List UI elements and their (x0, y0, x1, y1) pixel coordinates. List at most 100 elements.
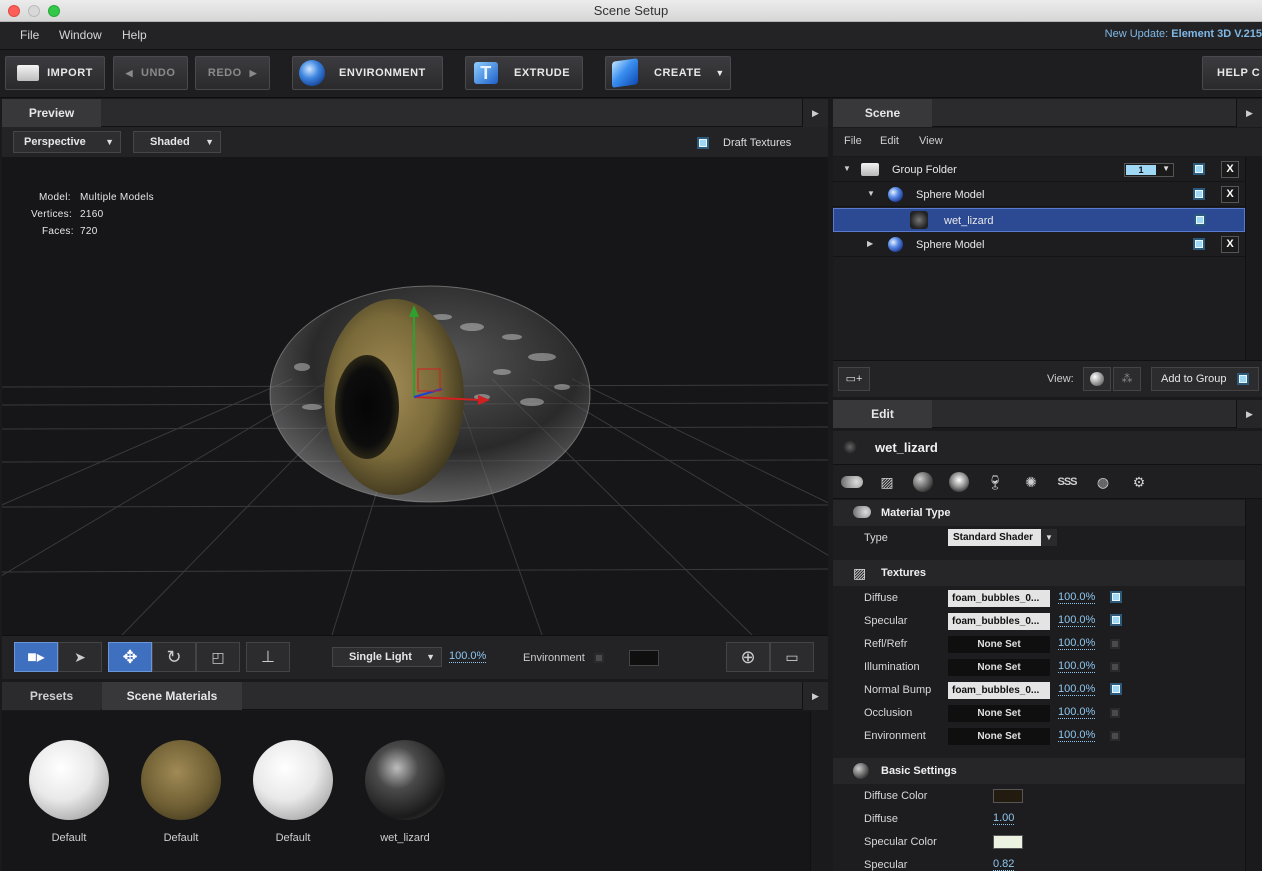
panel-menu-arrow-icon[interactable]: ▶ (802, 99, 828, 127)
view-nodes-button[interactable]: ⁂ (1113, 367, 1141, 391)
material-type-icon[interactable] (841, 471, 863, 493)
menu-help[interactable]: Help (122, 28, 147, 42)
tab-scene[interactable]: Scene (833, 99, 932, 127)
texture-slot[interactable]: foam_bubbles_0... (948, 590, 1050, 607)
screen-button[interactable]: ▭ (770, 642, 814, 672)
texture-slot[interactable]: foam_bubbles_0... (948, 682, 1050, 699)
glass-icon[interactable]: 🍷︎ (984, 471, 1006, 493)
reflection-icon[interactable] (948, 471, 970, 493)
texture-slot[interactable]: None Set (948, 659, 1050, 676)
undo-button[interactable]: ◀ UNDO (113, 56, 188, 90)
specular-value[interactable]: 0.82 (993, 858, 1015, 871)
visibility-checkbox[interactable] (1194, 214, 1206, 226)
texture-enabled-checkbox[interactable] (1110, 683, 1122, 695)
environment-button[interactable]: ENVIRONMENT (292, 56, 443, 90)
texture-strength[interactable]: 100.0% (1058, 706, 1096, 719)
scene-menu-edit[interactable]: Edit (880, 135, 899, 147)
texture-slot[interactable]: None Set (948, 705, 1050, 722)
texture-slot[interactable]: None Set (948, 728, 1050, 745)
menu-file[interactable]: File (20, 28, 39, 42)
tree-row-sphere-model[interactable]: ▼ Sphere Model X (833, 183, 1245, 207)
chevron-down-icon[interactable]: ▼ (867, 189, 875, 198)
visibility-checkbox[interactable] (1193, 188, 1205, 200)
add-to-group-checkbox[interactable] (1237, 373, 1249, 385)
tree-row-group-folder[interactable]: ▼ Group Folder 1 ▼ X (833, 158, 1245, 182)
draft-textures-checkbox[interactable] (697, 137, 709, 149)
axis-tool-button[interactable]: ⊥ (246, 642, 290, 672)
camera-tool-button[interactable]: ■▸ (14, 642, 58, 672)
scene-menu-view[interactable]: View (919, 135, 943, 147)
basic-settings-section[interactable]: Basic Settings (833, 758, 1245, 784)
texture-strength[interactable]: 100.0% (1058, 729, 1096, 742)
minimize-window-button[interactable] (28, 5, 40, 17)
texture-strength[interactable]: 100.0% (1058, 614, 1096, 627)
material-ball[interactable] (365, 740, 445, 820)
delete-button[interactable]: X (1221, 236, 1239, 253)
material-ball[interactable] (141, 740, 221, 820)
tab-presets[interactable]: Presets (2, 682, 101, 710)
material-ball[interactable] (253, 740, 333, 820)
panel-menu-arrow-icon[interactable]: ▶ (1236, 99, 1262, 127)
scene-menu-file[interactable]: File (844, 135, 862, 147)
material-type-dropdown[interactable]: Standard Shader ▼ (948, 529, 1057, 546)
add-folder-button[interactable]: ▭+ (838, 367, 870, 391)
redo-button[interactable]: REDO ▶ (195, 56, 270, 90)
shading-mode-dropdown[interactable]: Shaded ▼ (133, 131, 221, 153)
material-type-section[interactable]: Material Type (833, 500, 1245, 526)
add-to-group-button[interactable]: Add to Group (1151, 367, 1259, 391)
presets-scrollbar[interactable] (810, 711, 828, 871)
texture-slot[interactable]: None Set (948, 636, 1050, 653)
extrude-button[interactable]: T EXTRUDE (465, 56, 583, 90)
textures-icon[interactable]: ▨ (876, 471, 898, 493)
tree-row-sphere-model[interactable]: ▶ Sphere Model X (833, 233, 1245, 257)
delete-button[interactable]: X (1221, 161, 1239, 178)
texture-strength[interactable]: 100.0% (1058, 660, 1096, 673)
3d-viewport[interactable]: Model: Multiple Models Vertices: 2160 Fa… (2, 157, 828, 635)
group-index-field[interactable]: 1 ▼ (1124, 163, 1174, 177)
texture-slot[interactable]: foam_bubbles_0... (948, 613, 1050, 630)
view-sphere-button[interactable] (1083, 367, 1111, 391)
panel-menu-arrow-icon[interactable]: ▶ (1236, 400, 1262, 428)
texture-enabled-checkbox[interactable] (1110, 591, 1122, 603)
light-mode-dropdown[interactable]: Single Light ▼ (332, 647, 442, 667)
create-button[interactable]: CREATE ▼ (605, 56, 731, 90)
diffuse-color-swatch[interactable] (993, 789, 1023, 803)
texture-enabled-checkbox[interactable] (1110, 639, 1120, 649)
select-tool-button[interactable]: ➤ (58, 642, 102, 672)
gear-icon[interactable]: ⚙ (1128, 471, 1150, 493)
textures-section[interactable]: ▨ Textures (833, 560, 1245, 586)
scale-tool-button[interactable]: ◰ (196, 642, 240, 672)
import-button[interactable]: IMPORT (5, 56, 105, 90)
menu-window[interactable]: Window (59, 28, 102, 42)
tree-row-wet-lizard[interactable]: wet_lizard (833, 208, 1245, 232)
visibility-checkbox[interactable] (1193, 163, 1205, 175)
delete-button[interactable]: X (1221, 186, 1239, 203)
camera-mode-dropdown[interactable]: Perspective ▼ (13, 131, 121, 153)
tab-edit[interactable]: Edit (833, 400, 932, 428)
texture-enabled-checkbox[interactable] (1110, 614, 1122, 626)
environment-checkbox[interactable] (594, 653, 604, 663)
rotate-tool-button[interactable]: ↻ (152, 642, 196, 672)
target-button[interactable]: ⊕ (726, 642, 770, 672)
basic-settings-icon[interactable] (912, 471, 934, 493)
move-tool-button[interactable]: ✥ (108, 642, 152, 672)
tab-scene-materials[interactable]: Scene Materials (102, 682, 242, 710)
edit-scrollbar[interactable] (1245, 500, 1262, 871)
chevron-right-icon[interactable]: ▶ (867, 239, 873, 248)
panel-menu-arrow-icon[interactable]: ▶ (802, 682, 828, 710)
diffuse-value[interactable]: 1.00 (993, 812, 1015, 825)
material-ball[interactable] (29, 740, 109, 820)
light-intensity-value[interactable]: 100.0% (449, 650, 487, 663)
chevron-down-icon[interactable]: ▼ (843, 164, 851, 173)
tab-preview[interactable]: Preview (2, 99, 101, 127)
sss-icon[interactable]: SSS (1056, 471, 1078, 493)
texture-strength[interactable]: 100.0% (1058, 591, 1096, 604)
texture-enabled-checkbox[interactable] (1110, 662, 1120, 672)
texture-strength[interactable]: 100.0% (1058, 637, 1096, 650)
light-bulb-icon[interactable]: ✺ (1020, 471, 1042, 493)
help-center-button[interactable]: HELP C (1202, 56, 1262, 90)
scene-scrollbar[interactable] (1245, 157, 1262, 360)
close-window-button[interactable] (8, 5, 20, 17)
texture-strength[interactable]: 100.0% (1058, 683, 1096, 696)
environment-swatch[interactable] (629, 650, 659, 666)
